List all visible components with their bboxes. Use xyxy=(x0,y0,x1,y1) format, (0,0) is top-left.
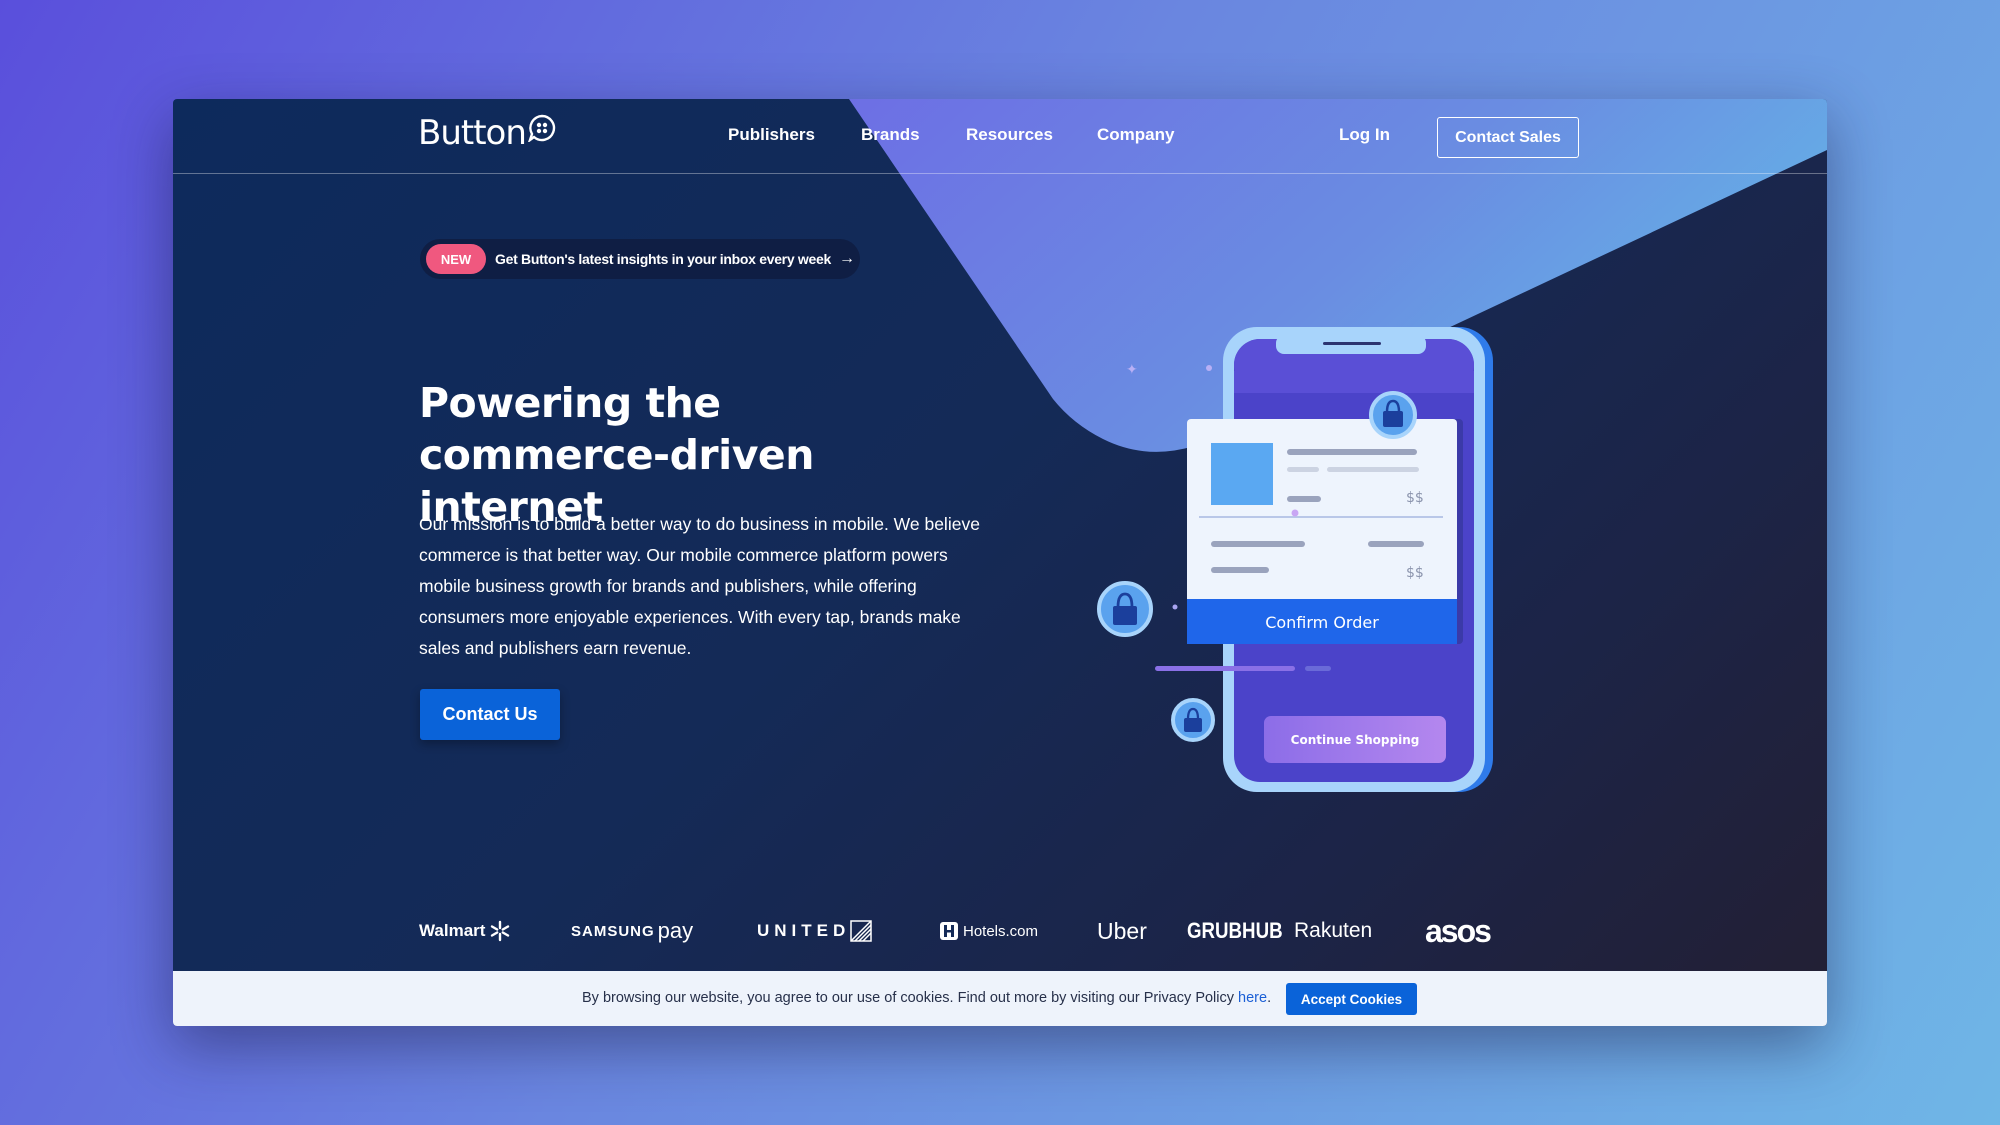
walmart-spark-icon xyxy=(491,920,510,942)
continue-shopping-label: Continue Shopping xyxy=(1291,733,1420,747)
hotels-h-icon xyxy=(940,922,958,940)
shopping-bag-icon xyxy=(1171,698,1215,742)
nav-company[interactable]: Company xyxy=(1097,125,1174,145)
nav-publishers[interactable]: Publishers xyxy=(728,125,815,145)
login-link[interactable]: Log In xyxy=(1339,125,1390,145)
top-navigation: Button Publishers Brands Resources Compa… xyxy=(173,99,1827,174)
product-thumbnail xyxy=(1211,443,1273,505)
united-logo: UNITED xyxy=(757,911,873,951)
shopping-bag-icon xyxy=(1369,391,1417,439)
confirm-order-label: Confirm Order xyxy=(1265,613,1379,632)
cookie-consent-bar: By browsing our website, you agree to ou… xyxy=(173,971,1827,1026)
new-badge: NEW xyxy=(426,244,486,274)
phone-speaker xyxy=(1323,342,1381,345)
browser-window: ✦ ✦ $$ $$ Confirm Order C xyxy=(173,99,1827,1026)
asos-logo: asos xyxy=(1425,912,1492,949)
button-logo[interactable]: Button xyxy=(418,113,556,153)
grubhub-logo: GRUBHUB xyxy=(1187,918,1283,943)
walmart-logo: Walmart xyxy=(419,911,511,951)
chat-bubble-icon xyxy=(527,114,556,142)
samsung-pay-logo: SAMSUNG pay xyxy=(571,918,694,943)
sparkle-dot xyxy=(1172,604,1178,610)
nav-brands[interactable]: Brands xyxy=(861,125,920,145)
hotels-com-logo: Hotels.com xyxy=(939,911,1038,951)
sparkle-dot xyxy=(1206,365,1212,371)
contact-us-button[interactable]: Contact Us xyxy=(420,689,560,740)
sparkle-icon: ✦ xyxy=(1126,361,1138,377)
cookie-message: By browsing our website, you agree to ou… xyxy=(582,990,1272,1006)
price-label: $$ xyxy=(1406,490,1424,506)
logo-text: Button xyxy=(418,113,527,153)
hero-description: Our mission is to build a better way to … xyxy=(419,514,980,658)
accept-cookies-button[interactable]: Accept Cookies xyxy=(1286,983,1417,1015)
phone-screen-band xyxy=(1234,371,1474,393)
arrow-right-icon: → xyxy=(838,250,855,267)
contact-sales-button[interactable]: Contact Sales xyxy=(1437,117,1579,158)
nav-resources[interactable]: Resources xyxy=(966,125,1053,145)
shopping-bag-icon xyxy=(1097,581,1153,637)
newsletter-banner[interactable]: NEW Get Button's latest insights in your… xyxy=(420,239,860,279)
united-globe-icon xyxy=(850,920,873,942)
partner-logos: Walmart SAMSUNG pay UNITED Hotels.com Ub… xyxy=(419,911,1579,951)
rakuten-logo: Rakuten xyxy=(1294,919,1373,942)
uber-logo: Uber xyxy=(1097,917,1147,944)
banner-text: Get Button's latest insights in your inb… xyxy=(495,251,831,267)
price-label: $$ xyxy=(1406,565,1424,581)
privacy-policy-link[interactable]: here xyxy=(1238,990,1267,1006)
